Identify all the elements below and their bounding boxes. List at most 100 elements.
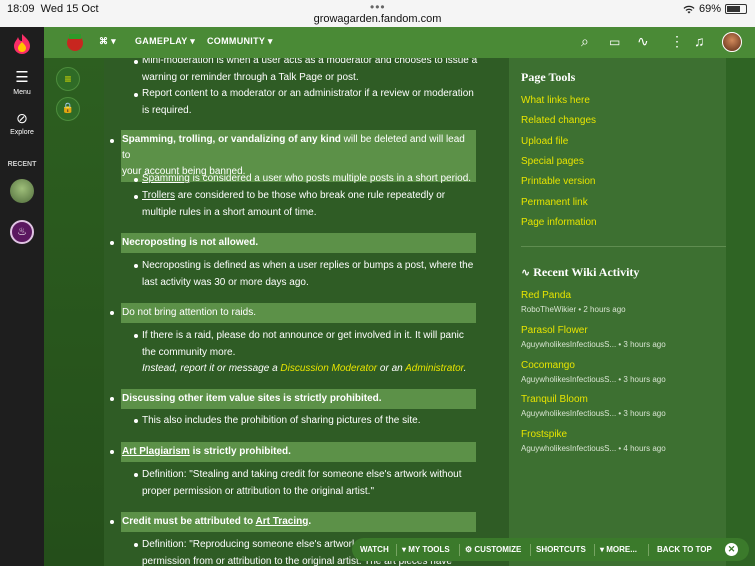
shortcuts-button[interactable]: SHORTCUTS	[536, 545, 586, 554]
activity-icon[interactable]: ∿	[637, 33, 649, 50]
wifi-icon	[683, 5, 695, 13]
list-bullet	[134, 473, 138, 477]
list-bullet	[110, 520, 114, 524]
customize-label: CUSTOMIZE	[474, 545, 522, 554]
more-button[interactable]: ▾ MORE...	[600, 545, 637, 554]
wiki-logo-icon[interactable]	[64, 31, 86, 53]
my-tools-label: MY TOOLS	[408, 545, 450, 554]
left-rail: ☰ Menu ⊘ Explore RECENT ♨	[0, 27, 44, 566]
menu-button[interactable]: ☰ Menu	[0, 69, 44, 96]
fandom-logo-icon[interactable]	[0, 33, 44, 57]
list-item: Spamming is considered a user who posts …	[142, 173, 472, 184]
nav-gameplay[interactable]: GAMEPLAY ▾	[135, 36, 195, 47]
tool-link[interactable]: Printable version	[521, 176, 595, 187]
my-tools-button[interactable]: ▾ MY TOOLS	[402, 545, 450, 554]
art-tracing-link[interactable]: Art Tracing	[256, 516, 309, 527]
toolbar-separator	[459, 544, 460, 556]
list-bullet	[134, 60, 138, 64]
search-icon[interactable]: ⌕	[581, 33, 589, 50]
lock-icon[interactable]: 🔒	[56, 97, 80, 121]
tool-link[interactable]: Permanent link	[521, 197, 588, 208]
toolbar-separator	[648, 544, 649, 556]
recent-wiki-flame-icon[interactable]: ♨	[10, 220, 34, 244]
list-bullet	[110, 139, 114, 143]
page-tools-title: Page Tools	[521, 70, 576, 84]
tool-link[interactable]: Upload file	[521, 136, 568, 147]
nav-community-label: COMMUNITY	[207, 36, 266, 46]
battery-percent: 69%	[698, 3, 721, 15]
battery-icon	[725, 4, 747, 14]
rule-heading-raids: Do not bring attention to raids.	[121, 303, 476, 323]
watch-button[interactable]: WATCH	[360, 545, 389, 554]
tool-link[interactable]: Page information	[521, 217, 597, 228]
toolbar-separator	[530, 544, 531, 556]
article-content: Mini-moderation is when a user acts as a…	[104, 58, 509, 566]
customize-button[interactable]: ⚙ CUSTOMIZE	[465, 545, 521, 554]
spamming-link[interactable]: Spamming	[142, 173, 190, 184]
list-item: Necroposting is defined as when a user r…	[142, 260, 474, 288]
status-right: 69%	[683, 3, 747, 15]
tool-link[interactable]: What links here	[521, 95, 590, 106]
tool-link[interactable]: Special pages	[521, 156, 584, 167]
wiki-nav-menu-button[interactable]: ⌘ ▾	[99, 36, 116, 47]
list-bullet	[134, 178, 138, 182]
activity-item-title[interactable]: Tranquil Bloom	[521, 394, 588, 405]
list-bullet	[134, 543, 138, 547]
menu-label: Menu	[13, 89, 31, 96]
rule-heading-value-sites: Discussing other item value sites is str…	[121, 389, 476, 409]
list-bullet	[110, 397, 114, 401]
activity-item-meta: AguywholikesInfectiousS... • 3 hours ago	[521, 375, 666, 384]
activity-item-title[interactable]: Parasol Flower	[521, 325, 588, 336]
compass-icon: ⊘	[16, 110, 28, 126]
nav-community[interactable]: COMMUNITY ▾	[207, 36, 273, 47]
wiki-top-nav: ⌘ ▾ GAMEPLAY ▾ COMMUNITY ▾ ⌕ ▭ ∿ ⋮ ♫	[44, 27, 755, 58]
rule-heading-plagiarism: Art Plagiarism is strictly prohibited.	[121, 442, 476, 462]
more-dots-icon[interactable]: •••	[370, 0, 386, 14]
user-avatar[interactable]	[722, 32, 742, 52]
explore-button[interactable]: ⊘ Explore	[0, 111, 44, 136]
activity-item-title[interactable]: Frostspike	[521, 429, 567, 440]
administrator-link[interactable]: Administrator	[405, 363, 464, 374]
list-bullet	[134, 264, 138, 268]
list-bullet	[110, 241, 114, 245]
activity-item-meta: RoboTheWikier • 2 hours ago	[521, 305, 626, 314]
toolbar-separator	[396, 544, 397, 556]
hamburger-icon: ☰	[15, 69, 29, 86]
list-bullet	[134, 93, 138, 97]
discussions-icon[interactable]: ▭	[609, 35, 620, 49]
toc-list-icon[interactable]: ≡	[56, 67, 80, 91]
nav-gameplay-label: GAMEPLAY	[135, 36, 188, 46]
activity-item-meta: AguywholikesInfectiousS... • 3 hours ago	[521, 409, 666, 418]
recent-wiki-avatar[interactable]	[10, 179, 34, 203]
list-bullet	[134, 334, 138, 338]
tool-link[interactable]: Related changes	[521, 115, 596, 126]
back-to-top-button[interactable]: BACK TO TOP	[657, 545, 712, 554]
trollers-link[interactable]: Trollers	[142, 190, 175, 201]
list-bullet	[110, 311, 114, 315]
list-item: Trollers are considered to be those who …	[142, 190, 446, 218]
activity-item-title[interactable]: Red Panda	[521, 290, 571, 301]
background-right	[726, 58, 755, 566]
address-bar[interactable]: growagarden.fandom.com	[0, 13, 755, 25]
explore-label: Explore	[10, 129, 34, 136]
list-bullet	[134, 419, 138, 423]
ios-status-bar: 18:09 Wed 15 Oct ••• growagarden.fandom.…	[0, 0, 755, 27]
close-icon[interactable]: ✕	[725, 543, 738, 556]
list-bullet	[134, 195, 138, 199]
list-bullet	[110, 450, 114, 454]
discussion-moderator-link[interactable]: Discussion Moderator	[280, 363, 377, 374]
list-item: Mini-moderation is when a user acts as a…	[142, 58, 478, 83]
right-rail: Page Tools What links here Related chang…	[509, 58, 726, 566]
art-plagiarism-link[interactable]: Art Plagiarism	[122, 446, 190, 457]
more-label: MORE...	[606, 545, 637, 554]
more-vertical-icon[interactable]: ⋮	[670, 33, 684, 50]
list-item: Definition: "Stealing and taking credit …	[142, 469, 462, 497]
gear-icon: ⚙	[465, 545, 473, 554]
fandom-toolbar: WATCH ▾ MY TOOLS ⚙ CUSTOMIZE SHORTCUTS ▾…	[352, 538, 749, 561]
activity-item-title[interactable]: Cocomango	[521, 360, 575, 371]
divider	[521, 246, 726, 247]
toolbar-separator	[594, 544, 595, 556]
rule-heading-credit: Credit must be attributed to Art Tracing…	[121, 512, 476, 532]
rule-heading-necroposting: Necroposting is not allowed.	[121, 233, 476, 253]
notifications-bell-icon[interactable]: ♫	[694, 33, 705, 49]
